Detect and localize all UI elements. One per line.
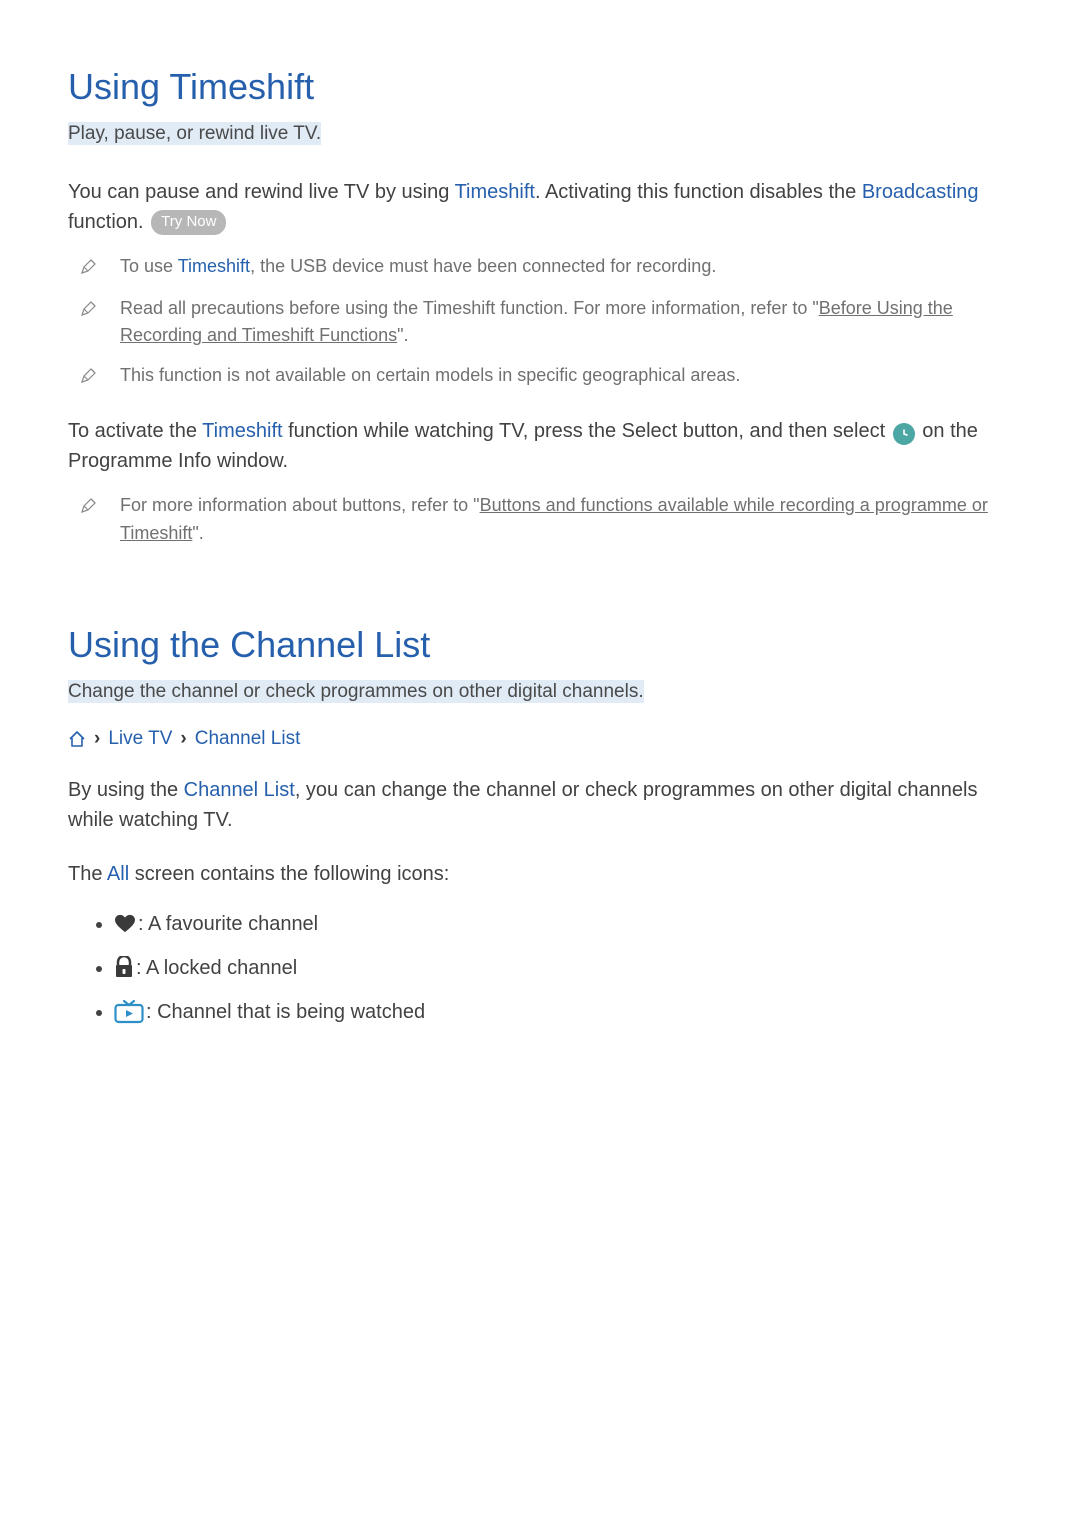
breadcrumb: › Live TV › Channel List <box>68 725 1012 754</box>
note-item: This function is not available on certai… <box>68 362 1012 392</box>
all-pre: The <box>68 863 107 885</box>
heading-using-timeshift: Using Timeshift <box>68 60 1012 114</box>
cl-feature: Channel List <box>184 779 295 801</box>
note-item: Read all precautions before using the Ti… <box>68 295 1012 351</box>
feature-timeshift: Timeshift <box>455 181 535 203</box>
all-post: screen contains the following icons: <box>129 863 449 885</box>
note3-text: This function is not available on certai… <box>120 362 1012 390</box>
list-item: : A locked channel <box>114 953 1012 983</box>
pencil-icon <box>80 256 98 283</box>
chevron-right-icon: › <box>94 725 100 754</box>
lock-icon <box>114 956 134 978</box>
try-now-button[interactable]: Try Now <box>151 210 226 236</box>
note1-pre: To use <box>120 256 178 276</box>
heart-icon <box>114 914 136 934</box>
heading-channel-list: Using the Channel List <box>68 618 1012 672</box>
note2-pre: Read all precautions before using the Ti… <box>120 298 819 318</box>
note-item: For more information about buttons, refe… <box>68 492 1012 548</box>
notes-list-2: For more information about buttons, refe… <box>68 492 1012 548</box>
note4-pre: For more information about buttons, refe… <box>120 495 480 515</box>
clock-icon <box>893 423 915 445</box>
list-item: : Channel that is being watched <box>114 997 1012 1027</box>
notes-list: To use Timeshift, the USB device must ha… <box>68 253 1012 393</box>
activate-paragraph: To activate the Timeshift function while… <box>68 416 1012 476</box>
activate-feature: Timeshift <box>202 420 282 442</box>
pencil-icon <box>80 495 98 522</box>
lock-text: : A locked channel <box>136 957 297 979</box>
chevron-right-icon: › <box>180 725 186 754</box>
intro-paragraph: You can pause and rewind live TV by usin… <box>68 177 1012 237</box>
intro-post: function. <box>68 211 149 233</box>
feature-broadcasting: Broadcasting <box>862 181 979 203</box>
note1-feature: Timeshift <box>178 256 250 276</box>
subtitle-timeshift: Play, pause, or rewind live TV. <box>68 122 321 145</box>
pencil-icon <box>80 298 98 325</box>
note1-post: , the USB device must have been connecte… <box>250 256 716 276</box>
tv-play-icon <box>114 1000 144 1024</box>
cl-pre: By using the <box>68 779 184 801</box>
home-icon <box>68 730 86 748</box>
activate-mid: function while watching TV, press the Se… <box>283 420 891 442</box>
subtitle-channel-list: Change the channel or check programmes o… <box>68 680 644 703</box>
channel-list-paragraph: By using the Channel List, you can chang… <box>68 775 1012 835</box>
breadcrumb-live-tv[interactable]: Live TV <box>108 725 172 754</box>
note2-post: ". <box>397 325 408 345</box>
fav-text: : A favourite channel <box>138 913 318 935</box>
pencil-icon <box>80 365 98 392</box>
all-word: All <box>107 863 129 885</box>
note-item: To use Timeshift, the USB device must ha… <box>68 253 1012 283</box>
intro-pre: You can pause and rewind live TV by usin… <box>68 181 455 203</box>
breadcrumb-channel-list[interactable]: Channel List <box>195 725 301 754</box>
intro-mid: . Activating this function disables the <box>535 181 862 203</box>
activate-pre: To activate the <box>68 420 202 442</box>
all-screen-paragraph: The All screen contains the following ic… <box>68 859 1012 889</box>
note4-post: ". <box>192 523 203 543</box>
list-item: : A favourite channel <box>114 909 1012 939</box>
watch-text: : Channel that is being watched <box>146 1001 425 1023</box>
icon-legend-list: : A favourite channel : A locked channel… <box>68 909 1012 1027</box>
